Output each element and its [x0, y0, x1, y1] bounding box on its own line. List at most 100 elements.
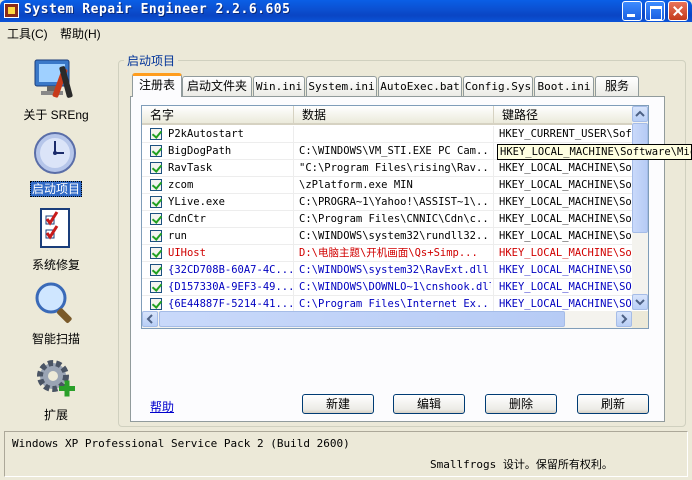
row-key-path: HKEY_LOCAL_MACHINE\SOF	[499, 264, 639, 276]
row-checkbox[interactable]	[150, 128, 162, 140]
edit-button[interactable]: 编辑	[393, 394, 465, 414]
help-link[interactable]: 帮助	[150, 398, 174, 415]
table-row[interactable]: run C:\WINDOWS\system32\rundll32... HKEY_L…	[142, 228, 648, 245]
row-data: \zPlatform.exe MIN	[299, 179, 413, 191]
tab-services[interactable]: 服务	[595, 76, 639, 96]
table-row[interactable]: {32CD708B-60A7-4C... C:\WINDOWS\system32\…	[142, 262, 648, 279]
nav-label-extension: 扩展	[43, 408, 68, 422]
tab-registry[interactable]: 注册表	[132, 73, 182, 97]
table-row[interactable]: UIHost D:\电脑主题\开机画面\Qs+Simp... HKEY_LOCAL_…	[142, 245, 648, 262]
scroll-right-button[interactable]	[616, 311, 632, 327]
os-version-text: Windows XP Professional Service Pack 2 (…	[12, 437, 350, 450]
title-bar[interactable]: System Repair Engineer 2.2.6.605	[0, 0, 692, 22]
row-checkbox[interactable]	[150, 213, 162, 225]
row-name: UIHost	[168, 247, 206, 259]
nav-label-startup: 启动项目	[29, 181, 82, 197]
tab-win-ini[interactable]: Win.ini	[253, 76, 305, 96]
horizontal-scroll-thumb[interactable]	[159, 311, 565, 327]
row-checkbox[interactable]	[150, 281, 162, 293]
table-row[interactable]: CdnCtr C:\Program Files\CNNIC\Cdn\c... HKE…	[142, 211, 648, 228]
row-checkbox[interactable]	[150, 162, 162, 174]
row-key-path: HKEY_LOCAL_MACHINE\Sof	[499, 162, 639, 174]
row-key-path: HKEY_LOCAL_MACHINE\Sof	[499, 213, 639, 225]
new-button[interactable]: 新建	[302, 394, 374, 414]
scroll-up-button[interactable]	[632, 106, 648, 122]
gear-plus-icon	[37, 360, 75, 397]
row-name: {32CD708B-60A7-4C...	[168, 264, 292, 276]
row-name: P2kAutostart	[168, 128, 244, 140]
row-name: RavTask	[168, 162, 213, 174]
nav-label-repair: 系统修复	[31, 258, 80, 272]
key-path-tooltip: HKEY_LOCAL_MACHINE\Software\Micr	[497, 144, 692, 160]
row-name: zcom	[168, 179, 194, 191]
checklist-icon	[40, 208, 70, 248]
tab-startup-folder[interactable]: 启动文件夹	[182, 76, 252, 96]
startup-list[interactable]: 名字 数据 键路径 P2kAutostart HKEY_CURRENT_USER\…	[141, 105, 649, 329]
left-nav: 关于 SREng 启动项目 系统修复 智能扫描 扩展	[0, 42, 112, 430]
column-name[interactable]: 名字	[142, 106, 294, 125]
row-data: C:\WINDOWS\DOWNLO~1\cnshook.dll	[299, 281, 491, 293]
row-checkbox[interactable]	[150, 196, 162, 208]
table-row[interactable]: {D157330A-9EF3-49... C:\WINDOWS\DOWNLO~1\…	[142, 279, 648, 296]
arrow-left-icon	[146, 314, 153, 324]
delete-button[interactable]: 删除	[485, 394, 557, 414]
row-data: C:\WINDOWS\system32\rundll32...	[299, 230, 491, 242]
row-data: C:\Program Files\CNNIC\Cdn\c...	[299, 213, 491, 225]
row-name: {D157330A-9EF3-49...	[168, 281, 292, 293]
list-header: 名字 数据 键路径	[142, 106, 648, 125]
arrow-down-icon	[635, 299, 645, 306]
row-key-path: HKEY_LOCAL_MACHINE\Sof	[499, 179, 639, 191]
tab-boot-ini[interactable]: Boot.ini	[534, 76, 594, 96]
nav-label-scan: 智能扫描	[31, 332, 80, 346]
horizontal-scrollbar[interactable]	[142, 311, 632, 328]
magnifier-icon	[35, 282, 72, 323]
column-key-path[interactable]: 键路径	[494, 106, 648, 125]
tab-config-sys[interactable]: Config.Sys	[463, 76, 533, 96]
row-checkbox[interactable]	[150, 247, 162, 259]
row-checkbox[interactable]	[150, 145, 162, 157]
row-data: "C:\Program Files\rising\Rav...	[299, 162, 491, 174]
window-title: System Repair Engineer 2.2.6.605	[24, 2, 291, 17]
tools-icon	[34, 59, 73, 98]
row-key-path: HKEY_LOCAL_MACHINE\Sof	[499, 230, 639, 242]
table-row[interactable]: zcom \zPlatform.exe MIN HKEY_LOCAL_MACHINE…	[142, 177, 648, 194]
row-key-path: HKEY_LOCAL_MACHINE\Sof	[499, 247, 639, 259]
scrollbar-corner	[632, 311, 648, 328]
close-button[interactable]	[668, 1, 688, 21]
vertical-scroll-thumb[interactable]	[632, 123, 648, 233]
clock-icon	[34, 132, 76, 174]
row-checkbox[interactable]	[150, 230, 162, 242]
row-key-path: HKEY_LOCAL_MACHINE\Sof	[499, 196, 639, 208]
row-name: YLive.exe	[168, 196, 225, 208]
tab-autoexec-bat[interactable]: AutoExec.bat	[378, 76, 462, 96]
nav-label-about: 关于 SREng	[23, 108, 89, 122]
scroll-left-button[interactable]	[142, 311, 158, 327]
table-row[interactable]: RavTask "C:\Program Files\rising\Rav... HK…	[142, 160, 648, 177]
group-title: 启动项目	[124, 52, 179, 69]
row-name: run	[168, 230, 187, 242]
copyright-text: Smallfrogs 设计。保留所有权利。	[430, 458, 613, 471]
maximize-button[interactable]	[645, 1, 665, 21]
menu-tools[interactable]: 工具(C)	[7, 25, 48, 42]
row-name: BigDogPath	[168, 145, 232, 157]
row-data: C:\WINDOWS\VM_STI.EXE PC Cam...	[299, 145, 491, 157]
arrow-right-icon	[621, 314, 628, 324]
row-checkbox[interactable]	[150, 179, 162, 191]
column-data[interactable]: 数据	[294, 106, 494, 125]
row-checkbox[interactable]	[150, 264, 162, 276]
vertical-scrollbar[interactable]	[632, 106, 648, 310]
menu-bar: 工具(C) 帮助(H)	[0, 22, 692, 42]
app-icon	[4, 3, 19, 18]
row-data: D:\电脑主题\开机画面\Qs+Simp...	[299, 247, 478, 259]
menu-help[interactable]: 帮助(H)	[60, 25, 101, 42]
scroll-down-button[interactable]	[632, 294, 648, 310]
refresh-button[interactable]: 刷新	[577, 394, 649, 414]
minimize-button[interactable]	[622, 1, 642, 21]
tab-system-ini[interactable]: System.ini	[306, 76, 377, 96]
table-row[interactable]: YLive.exe C:\PROGRA~1\Yahoo!\ASSIST~1\...…	[142, 194, 648, 211]
table-row[interactable]: P2kAutostart HKEY_CURRENT_USER\Soft	[142, 126, 648, 143]
row-data: C:\WINDOWS\system32\RavExt.dll	[299, 264, 489, 276]
row-data: C:\PROGRA~1\Yahoo!\ASSIST~1\...	[299, 196, 491, 208]
row-checkbox[interactable]	[150, 298, 162, 310]
row-key-path: HKEY_CURRENT_USER\Soft	[499, 128, 639, 140]
